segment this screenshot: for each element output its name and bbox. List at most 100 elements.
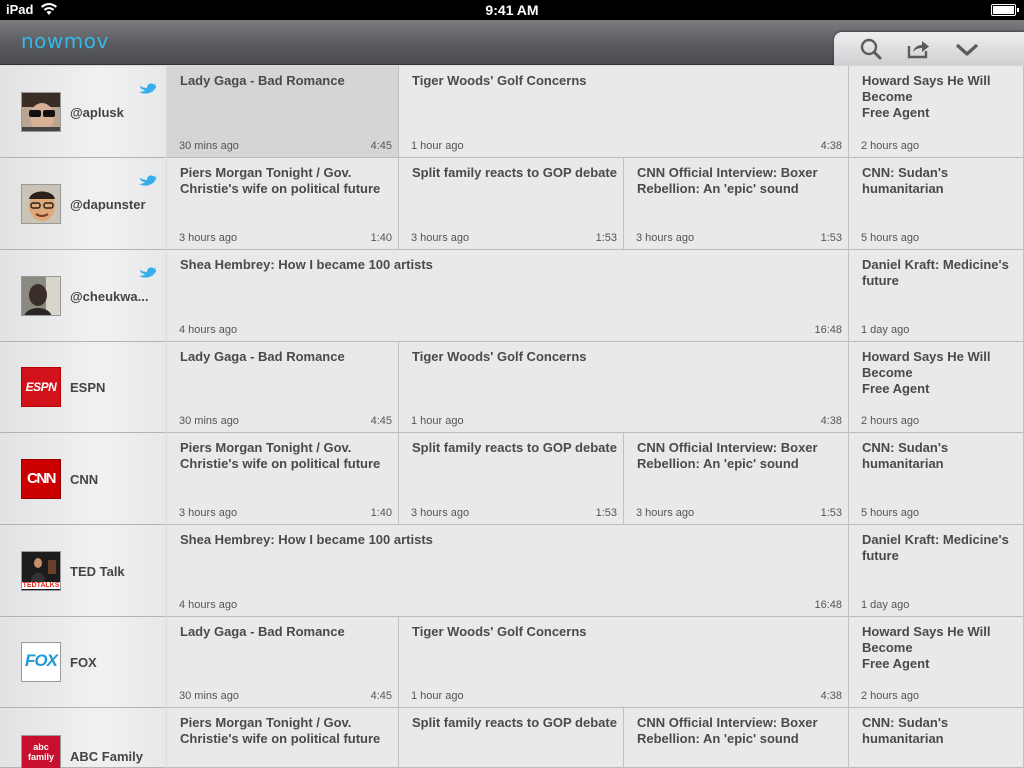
video-duration: 4:45 xyxy=(370,690,392,702)
video-tile[interactable]: Split family reacts to GOP debate 3 hours… xyxy=(399,158,624,250)
video-tile[interactable]: Howard Says He Will Become Free Agent 2 h… xyxy=(849,342,1024,433)
search-icon xyxy=(860,38,882,60)
cnn-logo-text: CNN xyxy=(27,470,57,487)
channel-name: FOX xyxy=(70,655,97,670)
video-tile[interactable]: CNN Official Interview: Boxer Rebellion:… xyxy=(624,708,849,768)
video-duration: 16:48 xyxy=(814,599,842,611)
nav-bar: nowmov xyxy=(0,20,1024,65)
video-tile[interactable]: Shea Hembrey: How I became 100 artists 4 … xyxy=(167,250,849,342)
video-duration: 1:53 xyxy=(820,507,842,519)
video-tile[interactable]: Split family reacts to GOP debate xyxy=(399,708,624,768)
video-age: 3 hours ago xyxy=(179,232,238,244)
channel-espn[interactable]: ESPN ESPN xyxy=(0,342,166,433)
video-title: CNN Official Interview: Boxer Rebellion:… xyxy=(637,165,818,196)
video-age: 1 hour ago xyxy=(411,690,464,702)
channel-ted-talk[interactable]: TEDTALKS TED Talk xyxy=(0,525,166,617)
video-tile[interactable]: Split family reacts to GOP debate 3 hours… xyxy=(399,433,624,525)
expand-button[interactable] xyxy=(954,37,980,61)
twitter-bird-icon xyxy=(138,83,157,94)
video-duration: 1:40 xyxy=(370,232,392,244)
video-age: 2 hours ago xyxy=(861,690,920,702)
share-button[interactable] xyxy=(905,37,931,61)
video-duration: 1:53 xyxy=(595,232,617,244)
video-duration: 1:53 xyxy=(820,232,842,244)
video-age: 30 mins ago xyxy=(179,140,239,152)
video-duration: 1:53 xyxy=(595,507,617,519)
video-age: 3 hours ago xyxy=(411,232,470,244)
video-age: 3 hours ago xyxy=(636,507,695,519)
video-age: 3 hours ago xyxy=(179,507,238,519)
channel-dapunster[interactable]: @dapunster xyxy=(0,158,166,250)
channel-fox[interactable]: FOX FOX xyxy=(0,617,166,708)
search-button[interactable] xyxy=(858,37,884,61)
channel-aplusk[interactable]: @aplusk xyxy=(0,66,166,158)
video-title: CNN Official Interview: Boxer Rebellion:… xyxy=(637,440,818,471)
video-tile[interactable]: CNN: Sudan's humanitarian xyxy=(849,708,1024,768)
video-age: 5 hours ago xyxy=(861,232,920,244)
channel-name: ESPN xyxy=(70,380,106,395)
video-tile[interactable]: Piers Morgan Tonight / Gov. Christie's w… xyxy=(167,433,399,525)
video-age: 1 day ago xyxy=(861,599,910,611)
video-title: Piers Morgan Tonight / Gov. Christie's w… xyxy=(180,165,381,196)
video-title: Lady Gaga - Bad Romance xyxy=(180,624,345,639)
video-title: Split family reacts to GOP debate xyxy=(412,165,617,180)
video-tile[interactable]: CNN: Sudan's humanitarian 5 hours ago xyxy=(849,158,1024,250)
video-age: 3 hours ago xyxy=(636,232,695,244)
video-title: CNN Official Interview: Boxer Rebellion:… xyxy=(637,715,818,746)
status-clock: 9:41 AM xyxy=(485,2,539,18)
video-age: 4 hours ago xyxy=(179,599,238,611)
video-tile[interactable]: Piers Morgan Tonight / Gov. Christie's w… xyxy=(167,708,399,768)
avatar xyxy=(21,276,61,316)
avatar xyxy=(21,92,61,132)
video-age: 2 hours ago xyxy=(861,140,920,152)
avatar xyxy=(21,184,61,224)
video-tile[interactable]: Lady Gaga - Bad Romance 30 mins ago 4:45 xyxy=(167,66,399,158)
video-title: Daniel Kraft: Medicine's future xyxy=(862,257,1009,288)
video-title: Howard Says He Will Become Free Agent xyxy=(862,349,991,396)
ted-logo: TEDTALKS xyxy=(21,551,61,591)
video-tile[interactable]: Lady Gaga - Bad Romance 30 mins ago 4:45 xyxy=(167,342,399,433)
channel-name: CNN xyxy=(70,472,99,487)
channel-name: ABC Family xyxy=(70,749,143,764)
video-title: Shea Hembrey: How I became 100 artists xyxy=(180,257,433,272)
share-icon xyxy=(907,41,929,59)
video-title: CNN: Sudan's humanitarian xyxy=(862,440,949,471)
video-age: 1 hour ago xyxy=(411,415,464,427)
video-tile[interactable]: Daniel Kraft: Medicine's future 1 day ago xyxy=(849,250,1024,342)
video-tile[interactable]: Lady Gaga - Bad Romance 30 mins ago 4:45 xyxy=(167,617,399,708)
video-tile[interactable]: CNN Official Interview: Boxer Rebellion:… xyxy=(624,158,849,250)
channel-cnn[interactable]: CNN CNN xyxy=(0,433,166,525)
video-title: Split family reacts to GOP debate xyxy=(412,715,617,730)
video-tile[interactable]: Tiger Woods' Golf Concerns 1 hour ago 4:38 xyxy=(399,617,849,708)
channel-cheukwa[interactable]: @cheukwa... xyxy=(0,250,166,342)
video-age: 1 hour ago xyxy=(411,140,464,152)
channel-name: @dapunster xyxy=(70,197,146,212)
video-title: Piers Morgan Tonight / Gov. Christie's w… xyxy=(180,715,381,746)
app-logo: nowmov xyxy=(21,29,109,53)
espn-logo: ESPN xyxy=(21,367,61,407)
video-tile[interactable]: Tiger Woods' Golf Concerns 1 hour ago 4:38 xyxy=(399,66,849,158)
channel-name: @cheukwa... xyxy=(70,289,149,304)
fox-logo-text: FOX xyxy=(25,651,58,670)
avatar-photo xyxy=(22,185,60,223)
abc-family-logo-text: abc family xyxy=(27,742,54,762)
video-tile[interactable]: Tiger Woods' Golf Concerns 1 hour ago 4:38 xyxy=(399,342,849,433)
video-duration: 4:38 xyxy=(820,690,842,702)
video-tile[interactable]: Shea Hembrey: How I became 100 artists 4 … xyxy=(167,525,849,617)
video-tile[interactable]: CNN: Sudan's humanitarian 5 hours ago xyxy=(849,433,1024,525)
channel-name: @aplusk xyxy=(70,105,124,120)
video-title: Shea Hembrey: How I became 100 artists xyxy=(180,532,433,547)
video-age: 5 hours ago xyxy=(861,507,920,519)
channel-abc-family[interactable]: abc family ABC Family xyxy=(0,708,166,768)
video-tile[interactable]: Daniel Kraft: Medicine's future 1 day ago xyxy=(849,525,1024,617)
video-title: Howard Says He Will Become Free Agent xyxy=(862,73,991,120)
video-title: Howard Says He Will Become Free Agent xyxy=(862,624,991,671)
video-title: Tiger Woods' Golf Concerns xyxy=(412,349,587,364)
channel-sidebar: @aplusk @dapunster @cheukwa... ESPN ESPN… xyxy=(0,66,166,768)
video-title: Tiger Woods' Golf Concerns xyxy=(412,624,587,639)
video-age: 2 hours ago xyxy=(861,415,920,427)
video-tile[interactable]: Howard Says He Will Become Free Agent 2 h… xyxy=(849,617,1024,708)
video-tile[interactable]: CNN Official Interview: Boxer Rebellion:… xyxy=(624,433,849,525)
video-tile[interactable]: Howard Says He Will Become Free Agent 2 h… xyxy=(849,66,1024,158)
video-tile[interactable]: Piers Morgan Tonight / Gov. Christie's w… xyxy=(167,158,399,250)
